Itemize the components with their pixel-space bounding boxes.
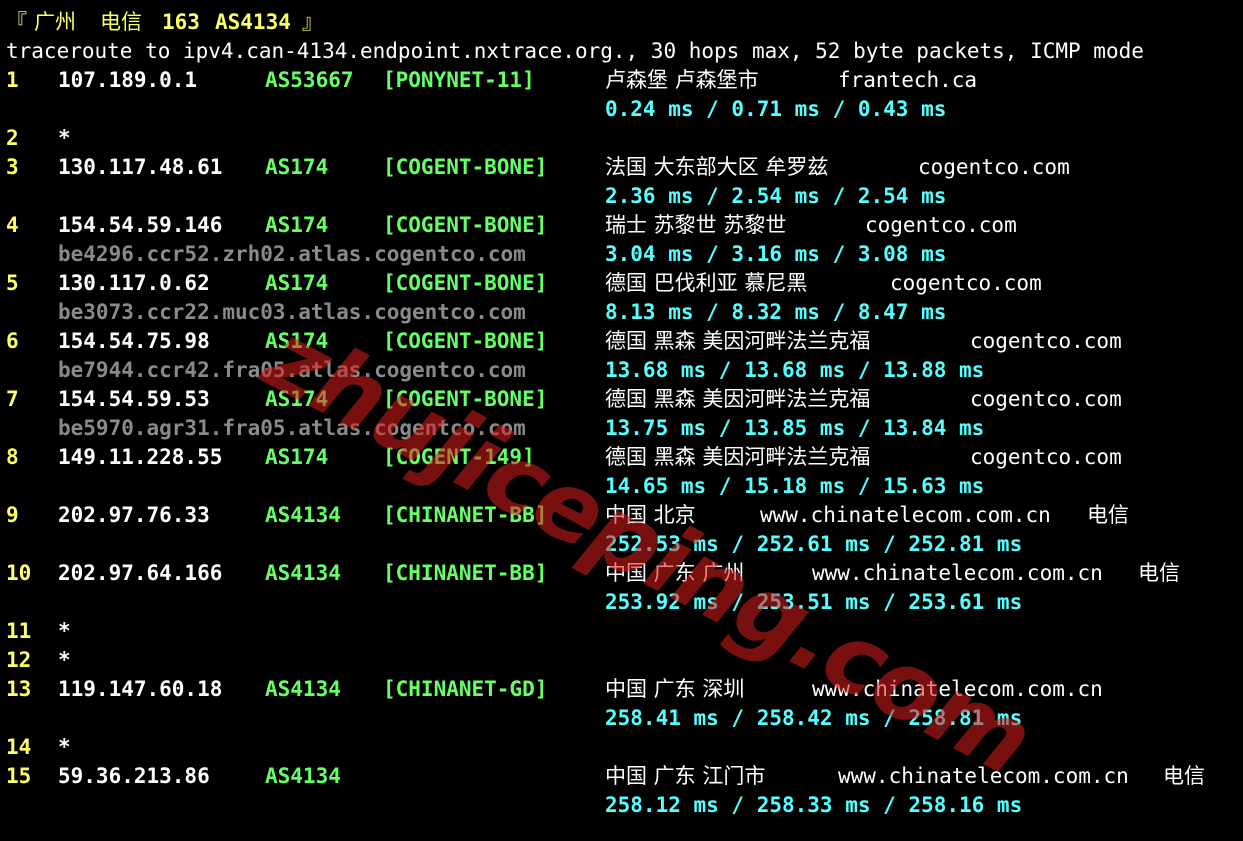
hop-asn: AS53667	[265, 68, 354, 92]
hop-ip: 154.54.59.146	[58, 213, 223, 237]
hop-ip: *	[58, 735, 71, 759]
hop-asn: AS174	[265, 271, 329, 295]
hop-number: 13	[6, 677, 32, 701]
hop-asn: AS4134	[265, 764, 341, 788]
hop-number: 7	[6, 387, 19, 411]
hop-isp: 电信	[1087, 503, 1129, 527]
hop-domain: frantech.ca	[838, 68, 978, 92]
hop-ip: 202.97.64.166	[58, 561, 223, 585]
hop-ip: 154.54.75.98	[58, 329, 210, 353]
terminal-output: 『 广州 电信 163 AS4134 』 traceroute to ipv4.…	[0, 0, 1243, 841]
hop-geo: 法国 大东部大区 牟罗兹	[605, 155, 829, 179]
hop-tag: [COGENT-BONE]	[383, 155, 548, 179]
hop-asn: AS4134	[265, 503, 341, 527]
header-city: 广州	[34, 10, 76, 34]
hop-isp: 电信	[1138, 561, 1180, 585]
hop-ip: 130.117.48.61	[58, 155, 223, 179]
hop-domain: cogentco.com	[970, 445, 1122, 469]
command-line: traceroute to ipv4.can-4134.endpoint.nxt…	[0, 37, 1144, 66]
hop-rtt: 13.68 ms / 13.68 ms / 13.88 ms	[605, 358, 985, 382]
header-asn: AS4134	[215, 10, 291, 34]
hop-geo: 中国 广东 江门市	[605, 764, 766, 788]
hop-number: 11	[6, 619, 32, 643]
hop-ip: 130.117.0.62	[58, 271, 210, 295]
hop-rtt: 0.24 ms / 0.71 ms / 0.43 ms	[605, 97, 947, 121]
hop-asn: AS174	[265, 155, 329, 179]
hop-ip: *	[58, 619, 71, 643]
hop-domain: cogentco.com	[890, 271, 1042, 295]
hop-ip: *	[58, 126, 71, 150]
hop-ip: 202.97.76.33	[58, 503, 210, 527]
header-bracket-close: 』	[302, 10, 323, 34]
hop-tag: [COGENT-BONE]	[383, 271, 548, 295]
hop-tag: [CHINANET-BB]	[383, 561, 548, 585]
hop-isp: 电信	[1163, 764, 1205, 788]
hop-rtt: 8.13 ms / 8.32 ms / 8.47 ms	[605, 300, 947, 324]
hop-rtt: 258.12 ms / 258.33 ms / 258.16 ms	[605, 793, 1023, 817]
hop-number: 4	[6, 213, 19, 237]
hop-ip: 59.36.213.86	[58, 764, 210, 788]
hop-tag: [PONYNET-11]	[383, 68, 535, 92]
hop-number: 9	[6, 503, 19, 527]
header-line: 『 广州 电信 163 AS4134 』	[0, 8, 323, 37]
hop-geo: 中国 广东 深圳	[605, 677, 745, 701]
hop-domain: cogentco.com	[970, 387, 1122, 411]
hop-number: 2	[6, 126, 19, 150]
header-bracket-open: 『	[6, 10, 27, 34]
hop-geo: 德国 黑森 美因河畔法兰克福	[605, 329, 871, 353]
hop-asn: AS4134	[265, 677, 341, 701]
header-isp: 电信	[100, 10, 142, 34]
hop-ip: 154.54.59.53	[58, 387, 210, 411]
hop-asn: AS174	[265, 213, 329, 237]
hop-number: 5	[6, 271, 19, 295]
hop-geo: 德国 巴伐利亚 慕尼黑	[605, 271, 808, 295]
hop-asn: AS4134	[265, 561, 341, 585]
hop-tag: [COGENT-BONE]	[383, 213, 548, 237]
hop-ip: 149.11.228.55	[58, 445, 223, 469]
hop-domain: cogentco.com	[970, 329, 1122, 353]
hop-domain: www.chinatelecom.com.cn	[812, 561, 1103, 585]
hop-number: 12	[6, 648, 32, 672]
command-text: traceroute to ipv4.can-4134.endpoint.nxt…	[6, 39, 1144, 63]
hop-tag: [COGENT-BONE]	[383, 329, 548, 353]
hop-domain: cogentco.com	[865, 213, 1017, 237]
hop-rtt: 2.36 ms / 2.54 ms / 2.54 ms	[605, 184, 947, 208]
hop-domain: www.chinatelecom.com.cn	[760, 503, 1051, 527]
hop-asn: AS174	[265, 445, 329, 469]
hop-hostname: be4296.ccr52.zrh02.atlas.cogentco.com	[58, 242, 526, 266]
hop-number: 14	[6, 735, 32, 759]
hop-number: 15	[6, 764, 32, 788]
hop-ip: *	[58, 648, 71, 672]
hop-geo: 德国 黑森 美因河畔法兰克福	[605, 445, 871, 469]
hop-geo: 卢森堡 卢森堡市	[605, 68, 759, 92]
hop-number: 3	[6, 155, 19, 179]
hop-rtt: 3.04 ms / 3.16 ms / 3.08 ms	[605, 242, 947, 266]
hop-domain: cogentco.com	[918, 155, 1070, 179]
hop-number: 1	[6, 68, 19, 92]
hop-ip: 119.147.60.18	[58, 677, 223, 701]
header-num: 163	[162, 10, 200, 34]
hop-tag: [CHINANET-GD]	[383, 677, 548, 701]
hop-geo: 瑞士 苏黎世 苏黎世	[605, 213, 787, 237]
hop-geo: 德国 黑森 美因河畔法兰克福	[605, 387, 871, 411]
hop-number: 6	[6, 329, 19, 353]
hop-ip: 107.189.0.1	[58, 68, 198, 92]
hop-rtt: 13.75 ms / 13.85 ms / 13.84 ms	[605, 416, 985, 440]
hop-number: 8	[6, 445, 19, 469]
hop-number: 10	[6, 561, 32, 585]
